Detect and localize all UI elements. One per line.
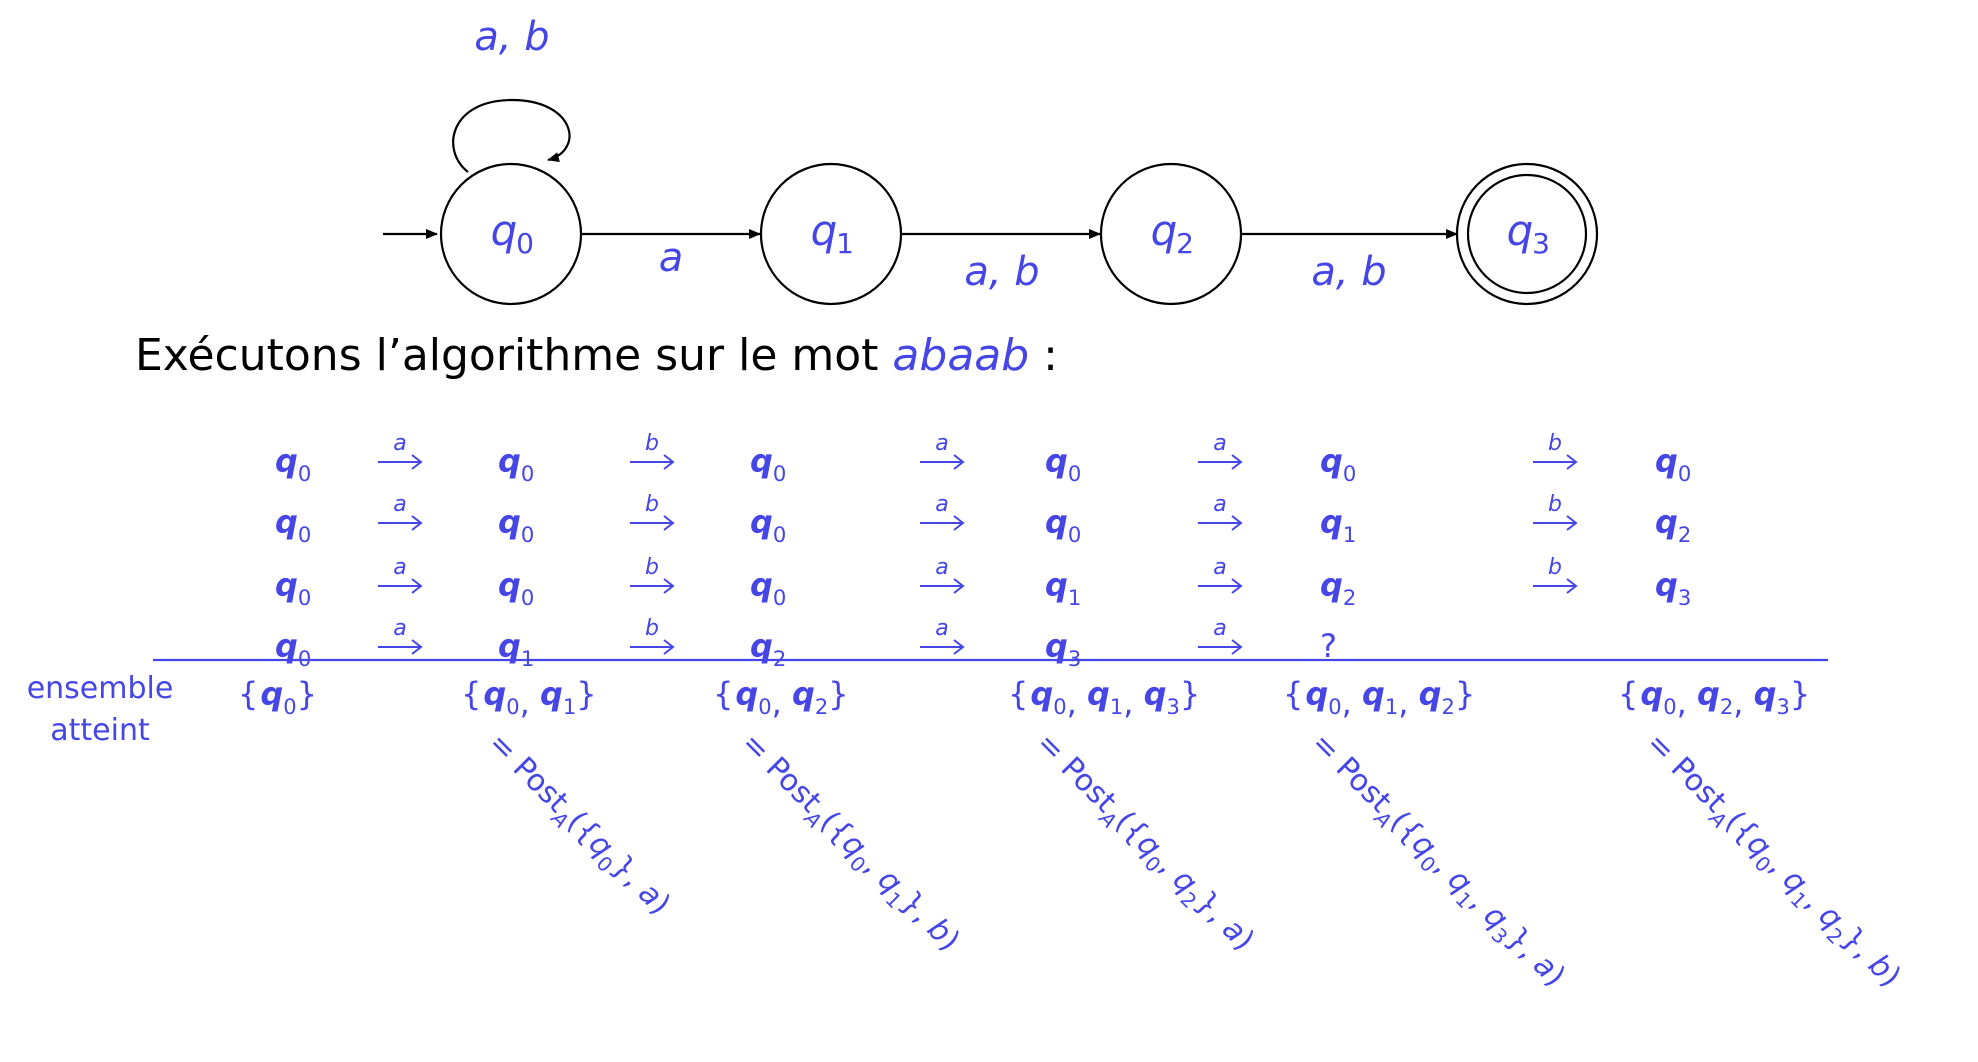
- row-label-line-2: atteint: [50, 713, 150, 748]
- trace-cell-r2-c3: q1: [1045, 566, 1081, 610]
- trace-cell-r0-c4: q0: [1320, 442, 1356, 486]
- trace-cell-r2-c4: q2: [1320, 566, 1356, 610]
- automaton-diagram: a, b a a, b a, b q 0 q 1 q 2 q 3: [383, 14, 1599, 306]
- svg-text:b: b: [1548, 492, 1562, 517]
- trace-cell-r3-c1: q1: [498, 627, 534, 671]
- row-label-line-1: ensemble: [27, 671, 174, 706]
- trace-cell-r1-c4: q1: [1320, 503, 1356, 547]
- svg-text:a: a: [393, 616, 406, 641]
- svg-text:a: a: [935, 616, 948, 641]
- transition-arrow-r3-c1: b: [630, 616, 675, 655]
- reached-set-3: {q0, q1, q3}: [1008, 675, 1200, 722]
- reached-set-5: {q0, q2, q3}: [1618, 675, 1810, 722]
- trace-cell-r2-c1: q0: [498, 566, 534, 610]
- transition-arrow-r0-c0: a: [378, 431, 423, 470]
- transition-arrow-r3-c0: a: [378, 616, 423, 655]
- transition-arrow-r0-c4: b: [1533, 431, 1578, 470]
- reached-set-0: {q0}: [238, 675, 317, 719]
- edge-label-loop-q0: a, b: [474, 14, 549, 60]
- post-annotation-1: = PostA({q0, q1}, b): [731, 726, 967, 962]
- reached-set-4: {q0, q1, q2}: [1283, 675, 1475, 722]
- svg-text:q: q: [1507, 206, 1534, 255]
- edge-label-q1-q2: a, b: [964, 249, 1039, 295]
- state-q0: q 0: [439, 162, 583, 306]
- svg-text:3: 3: [1532, 227, 1550, 260]
- transition-arrow-r0-c3: a: [1198, 431, 1243, 470]
- trace-cell-r2-c2: q0: [750, 566, 786, 610]
- post-annotation-3: = PostA({q0, q1, q3}, a): [1301, 726, 1572, 997]
- trace-table: ensemble atteint q0 q0 q0 q0 q0 q0 a b a a b q0 q0 q0…: [27, 431, 1908, 998]
- transition-arrow-r1-c2: a: [920, 492, 965, 531]
- trace-cell-r0-c2: q0: [750, 442, 786, 486]
- svg-text:a: a: [393, 555, 406, 580]
- svg-text:a: a: [935, 431, 948, 456]
- state-q1: q 1: [759, 162, 903, 306]
- self-loop-q0: [452, 98, 571, 173]
- svg-text:a: a: [1213, 431, 1226, 456]
- svg-text:a: a: [1213, 616, 1226, 641]
- trace-cell-r0-c0: q0: [275, 442, 311, 486]
- transition-arrow-r2-c4: b: [1533, 555, 1578, 594]
- trace-cell-r3-c2: q2: [750, 627, 786, 671]
- svg-text:b: b: [645, 616, 659, 641]
- trace-cell-r2-c0: q0: [275, 566, 311, 610]
- svg-text:a: a: [393, 431, 406, 456]
- post-annotation-2: = PostA({q0, q2}, a): [1026, 726, 1261, 961]
- trace-cell-r1-c5: q2: [1655, 503, 1691, 547]
- state-q3: q 3: [1455, 162, 1599, 306]
- transition-arrow-r2-c3: a: [1198, 555, 1243, 594]
- transition-arrow-r1-c1: b: [630, 492, 675, 531]
- trace-cell-r3-c3: q3: [1045, 627, 1081, 671]
- trace-cell-r0-c3: q0: [1045, 442, 1081, 486]
- reached-set-1: {q0, q1}: [461, 675, 597, 722]
- trace-cell-r1-c0: q0: [275, 503, 311, 547]
- transition-arrow-r3-c2: a: [920, 616, 965, 655]
- post-annotation-0: = PostA({q0}, a): [478, 726, 677, 925]
- svg-text:q: q: [1151, 206, 1178, 255]
- reached-set-2: {q0, q2}: [713, 675, 849, 722]
- transition-arrow-r0-c1: b: [630, 431, 675, 470]
- transition-arrow-r1-c0: a: [378, 492, 423, 531]
- svg-text:a: a: [935, 492, 948, 517]
- svg-text:2: 2: [1176, 227, 1194, 260]
- transition-arrow-r2-c0: a: [378, 555, 423, 594]
- trace-cell-r3-c4: ?: [1320, 627, 1337, 665]
- transition-arrow-r3-c3: a: [1198, 616, 1243, 655]
- transition-arrow-r2-c2: a: [920, 555, 965, 594]
- trace-cell-r1-c2: q0: [750, 503, 786, 547]
- automaton-figure: a, b a a, b a, b q 0 q 1 q 2 q 3 Exécuto…: [27, 14, 1908, 998]
- trace-cell-r2-c5: q3: [1655, 566, 1691, 610]
- edge-label-q0-q1: a: [659, 235, 684, 281]
- post-annotation-4: = PostA({q0, q1, q2}, b): [1636, 726, 1908, 998]
- svg-text:0: 0: [516, 227, 534, 260]
- svg-text:a: a: [1213, 492, 1226, 517]
- svg-text:b: b: [645, 492, 659, 517]
- transition-arrow-r0-c2: a: [920, 431, 965, 470]
- svg-text:a: a: [935, 555, 948, 580]
- transition-arrow-r2-c1: b: [630, 555, 675, 594]
- edge-label-q2-q3: a, b: [1311, 249, 1386, 295]
- trace-cell-r0-c1: q0: [498, 442, 534, 486]
- trace-cell-r3-c0: q0: [275, 627, 311, 671]
- svg-text:q: q: [491, 206, 518, 255]
- svg-text:a: a: [1213, 555, 1226, 580]
- transition-arrow-r1-c3: a: [1198, 492, 1243, 531]
- svg-text:q: q: [811, 206, 838, 255]
- transition-arrow-r1-c4: b: [1533, 492, 1578, 531]
- svg-text:a: a: [393, 492, 406, 517]
- svg-text:b: b: [1548, 431, 1562, 456]
- svg-text:1: 1: [836, 227, 854, 260]
- svg-text:b: b: [645, 431, 659, 456]
- trace-cell-r1-c3: q0: [1045, 503, 1081, 547]
- state-q2: q 2: [1099, 162, 1243, 306]
- sentence: Exécutons l’algorithme sur le mot abaab …: [135, 330, 1058, 381]
- svg-text:b: b: [645, 555, 659, 580]
- trace-cell-r1-c1: q0: [498, 503, 534, 547]
- svg-text:b: b: [1548, 555, 1562, 580]
- trace-cell-r0-c5: q0: [1655, 442, 1691, 486]
